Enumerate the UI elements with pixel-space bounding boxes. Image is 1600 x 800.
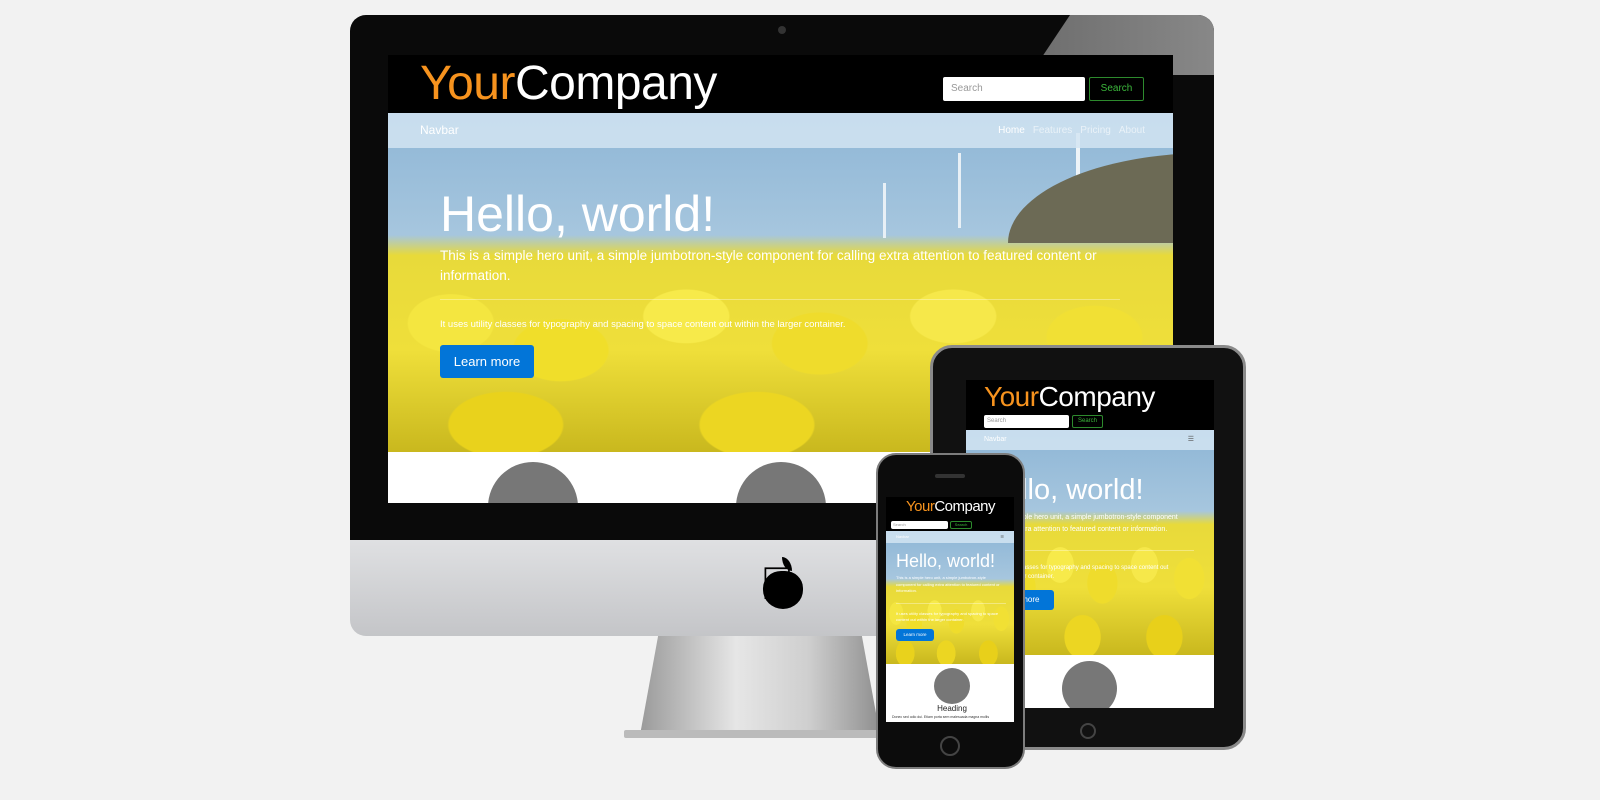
imac-stand	[640, 630, 880, 735]
site-header: YourCompany Search Search	[966, 380, 1214, 430]
hero-lead: This is a simple hero unit, a simple jum…	[440, 248, 1097, 283]
search-input[interactable]: Search	[891, 521, 948, 529]
nav-home[interactable]: Home	[998, 113, 1025, 148]
divider	[896, 603, 1006, 604]
menu-icon[interactable]: ☰	[1188, 430, 1194, 450]
menu-icon[interactable]: ☰	[1000, 531, 1004, 543]
navbar: Navbar Home Features Pricing About	[388, 113, 1173, 148]
home-button[interactable]	[940, 736, 960, 756]
navbar-brand[interactable]: Navbar	[984, 430, 1007, 450]
feature-text: Donec sed odio dui. Etiam porta sem male…	[892, 715, 990, 719]
divider	[440, 299, 1120, 300]
imac-stand-base	[624, 730, 896, 738]
search-button[interactable]: Search	[1072, 415, 1103, 428]
search-button[interactable]: Search	[950, 521, 972, 529]
apple-logo-shape	[763, 571, 803, 609]
hero-title: Hello, world!	[896, 551, 996, 571]
nav-pricing[interactable]: Pricing	[1080, 113, 1111, 148]
feature-image	[488, 462, 578, 503]
site-header: YourCompany Search Search	[388, 55, 1173, 113]
logo[interactable]: YourCompany	[420, 55, 717, 113]
hero-lead: This is a simple hero unit, a simple jum…	[896, 575, 1000, 593]
camera-icon	[778, 26, 786, 34]
learn-more-button[interactable]: Learn more	[896, 629, 934, 641]
home-button[interactable]	[1080, 723, 1096, 739]
logo[interactable]: YourCompany	[906, 497, 996, 517]
hill	[1008, 153, 1173, 243]
wind-turbine	[958, 153, 961, 228]
hero-jumbotron: Navbar ☰ Hello, world! This is a simple …	[886, 531, 1014, 664]
feature-image	[736, 462, 826, 503]
hero-title: Hello, world!	[440, 186, 716, 242]
search-input[interactable]: Search	[943, 77, 1085, 101]
site-header: YourCompany Search Search	[886, 497, 1014, 531]
speaker	[935, 474, 965, 478]
logo[interactable]: YourCompany	[984, 380, 1155, 414]
navbar: Navbar ☰	[886, 531, 1014, 543]
navbar-brand[interactable]: Navbar	[420, 113, 459, 148]
navbar: Navbar ☰	[966, 430, 1214, 450]
hero-text: It uses utility classes for typography a…	[896, 611, 999, 622]
feature-image	[934, 668, 970, 704]
wind-turbine	[883, 183, 886, 238]
navbar-brand[interactable]: Navbar	[896, 531, 909, 543]
hero-text: It uses utility classes for typography a…	[440, 319, 846, 330]
feature-heading: Heading	[937, 704, 967, 713]
search-input[interactable]: Search	[984, 415, 1069, 428]
nav-links: Home Features Pricing About	[998, 113, 1145, 148]
nav-about[interactable]: About	[1119, 113, 1145, 148]
feature-image	[1062, 661, 1117, 708]
phone-screen: YourCompany Search Search Navbar ☰ Hello…	[886, 497, 1014, 722]
nav-features[interactable]: Features	[1033, 113, 1072, 148]
search-button[interactable]: Search	[1089, 77, 1144, 101]
learn-more-button[interactable]: Learn more	[440, 345, 534, 378]
